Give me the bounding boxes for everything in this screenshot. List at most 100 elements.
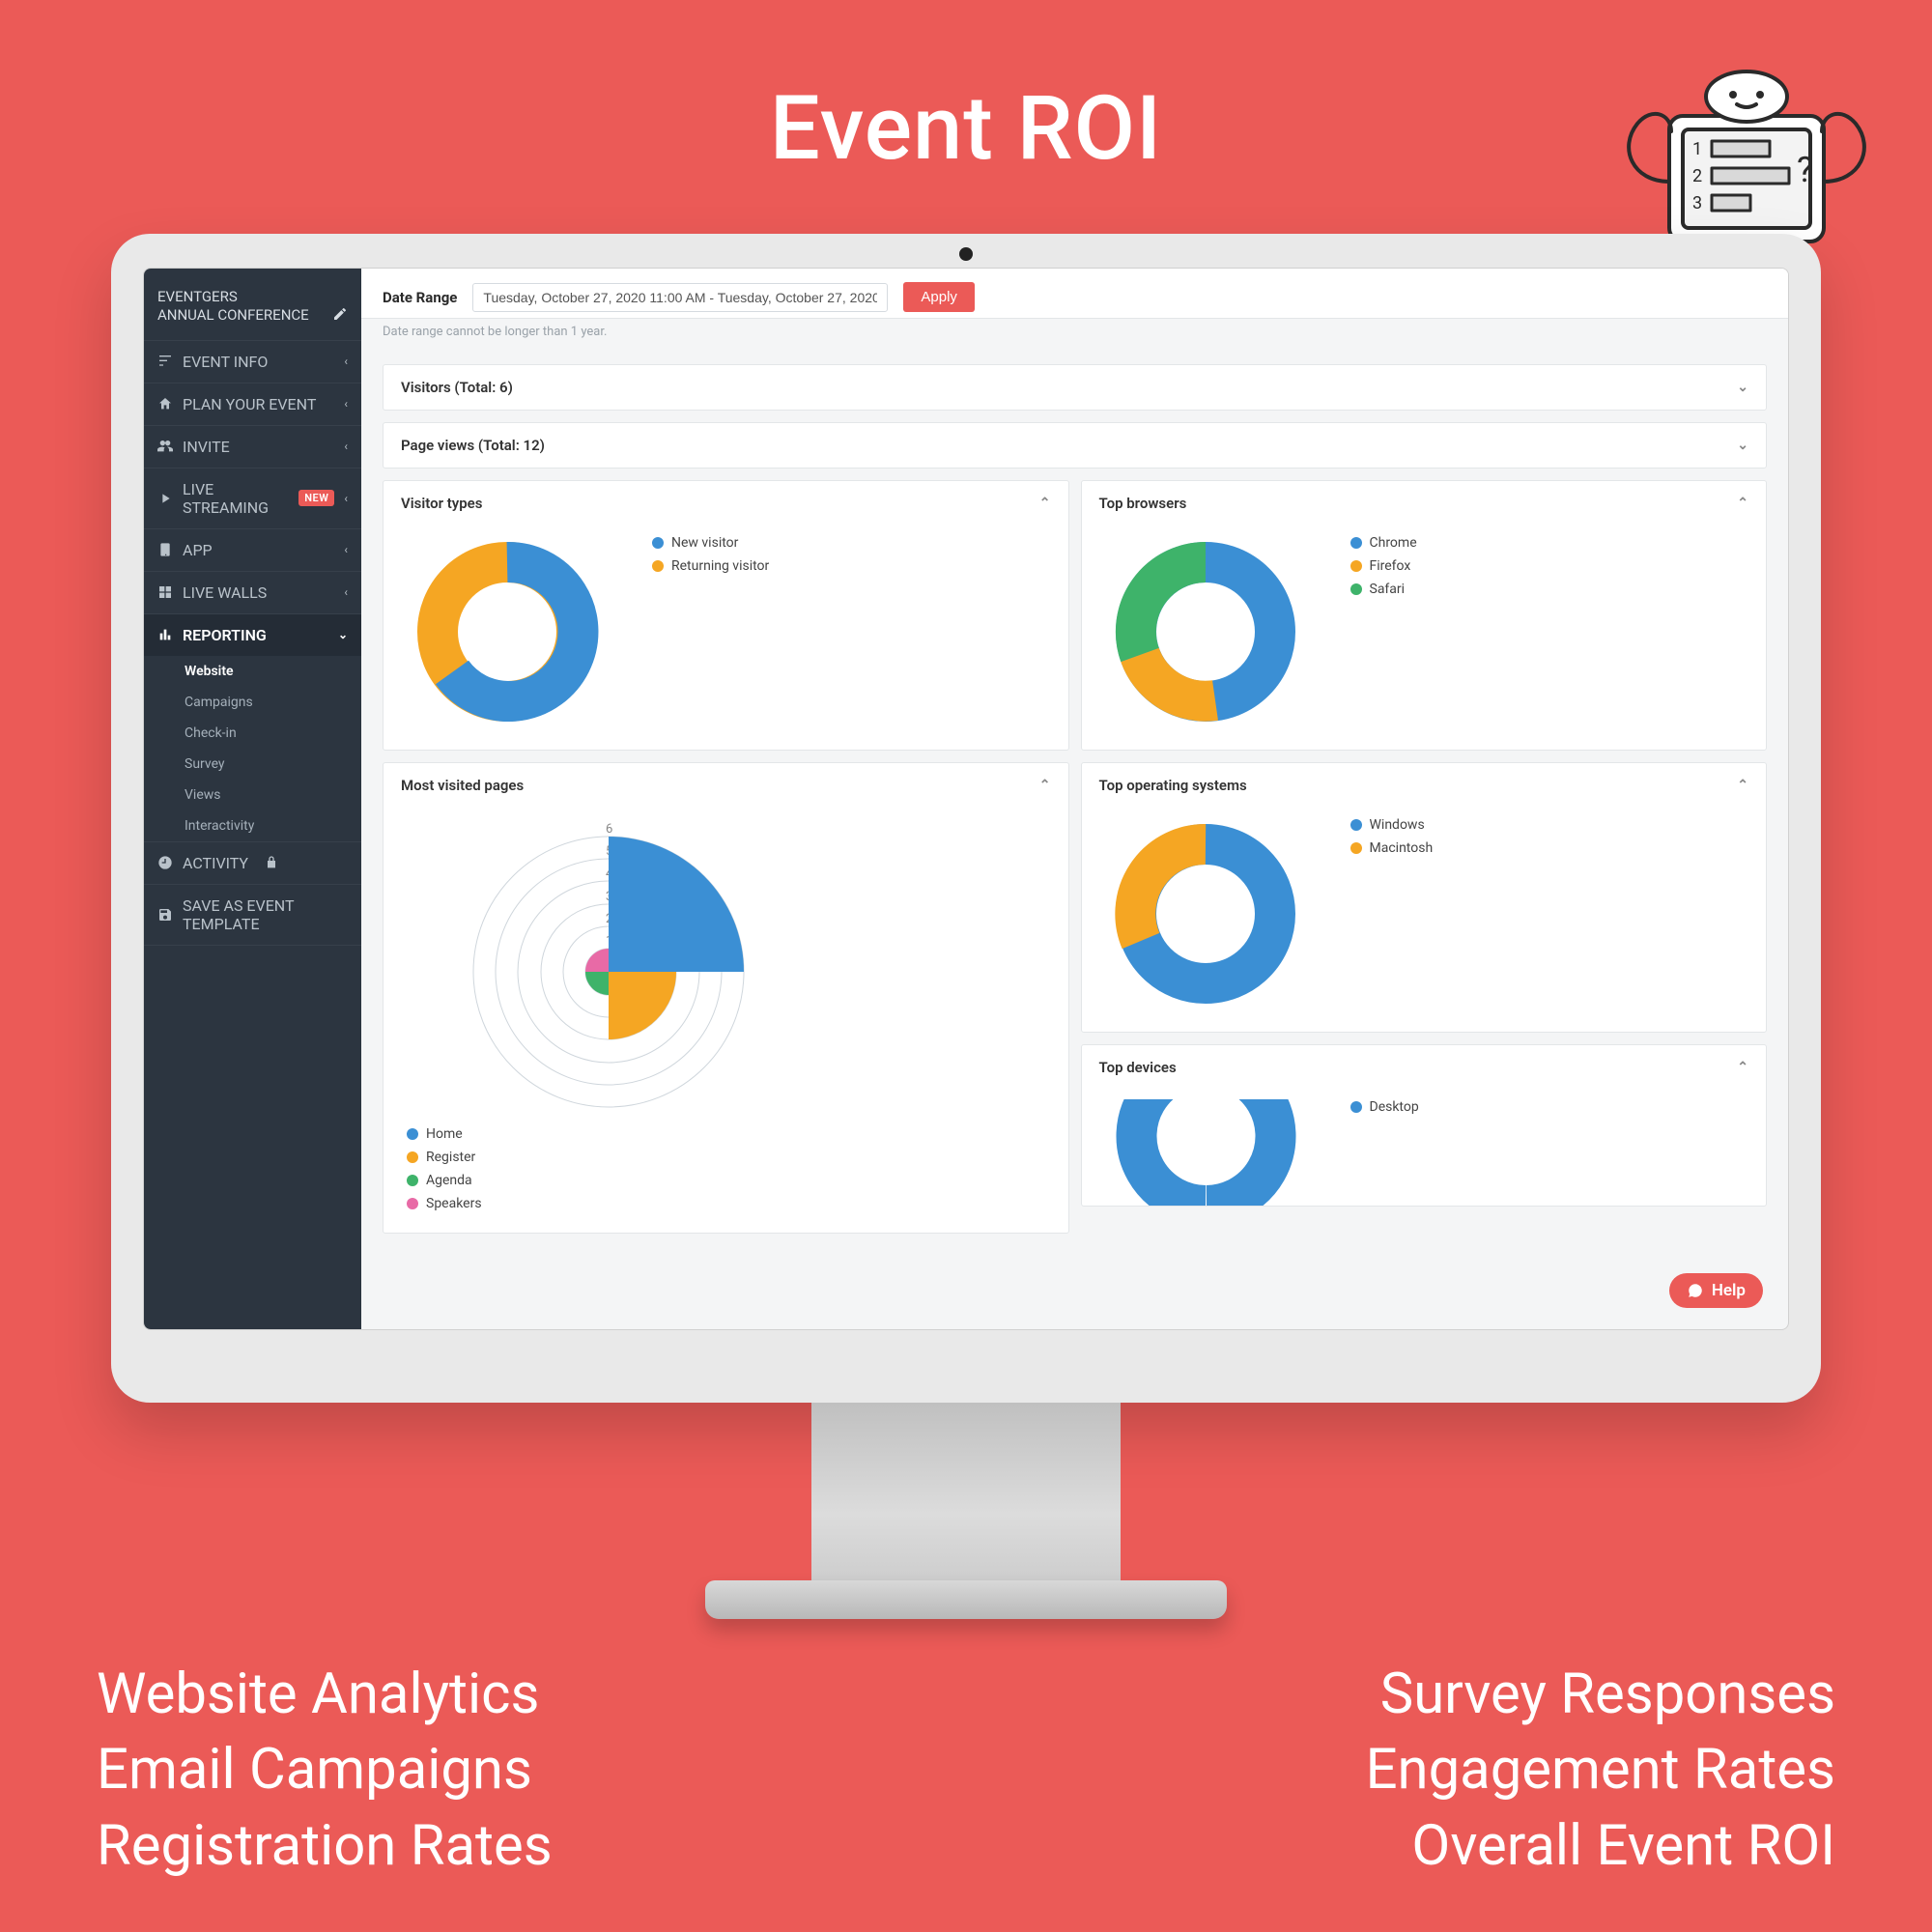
top-browsers-legend: Chrome Firefox Safari <box>1350 535 1417 728</box>
legend-label: Safari <box>1370 582 1406 597</box>
clock-icon <box>157 855 173 870</box>
panel-title: Top operating systems <box>1099 777 1247 794</box>
top-os-legend: Windows Macintosh <box>1350 817 1434 1010</box>
panel-most-visited-header[interactable]: Most visited pages ⌃ <box>384 763 1068 808</box>
panel-top-os: Top operating systems ⌃ Windows <box>1081 762 1768 1033</box>
svg-text:?: ? <box>1797 150 1813 190</box>
edit-icon[interactable] <box>332 306 348 327</box>
chat-icon <box>1687 1282 1704 1299</box>
top-browsers-chart <box>1099 535 1312 728</box>
sidebar-item-label: LIVE STREAMING <box>183 480 289 517</box>
main-content: Date Range Apply Date range cannot be lo… <box>361 269 1788 1329</box>
grid-icon <box>157 584 173 600</box>
most-visited-chart: 6 5 4 3 2 1 <box>401 817 816 1117</box>
chevron-up-icon: ⌃ <box>1737 1060 1748 1075</box>
users-icon <box>157 439 173 454</box>
legend-label: New visitor <box>671 535 738 551</box>
legend-label: Firefox <box>1370 558 1411 574</box>
svg-text:2: 2 <box>1692 166 1702 186</box>
sidebar-sub-website[interactable]: Website <box>144 656 361 687</box>
sliders-icon <box>157 354 173 369</box>
date-range-label: Date Range <box>383 289 457 306</box>
sidebar-item-label: PLAN YOUR EVENT <box>183 395 316 413</box>
sidebar-item-live-walls[interactable]: LIVE WALLS ‹ <box>144 571 361 613</box>
chevron-up-icon: ⌃ <box>1737 496 1748 511</box>
legend-label: Desktop <box>1370 1099 1419 1115</box>
visitor-types-legend: New visitor Returning visitor <box>652 535 769 728</box>
visitor-types-chart <box>401 535 613 728</box>
feature-item: Website Analytics <box>97 1657 553 1732</box>
feature-list: Website Analytics Email Campaigns Regist… <box>0 1657 1932 1884</box>
sidebar-item-label: EVENT INFO <box>183 353 268 371</box>
sidebar-item-event-info[interactable]: EVENT INFO ‹ <box>144 340 361 383</box>
sidebar-item-invite[interactable]: INVITE ‹ <box>144 425 361 468</box>
app-screen: EVENTGERS ANNUAL CONFERENCE EVENT INFO ‹… <box>143 268 1789 1330</box>
top-devices-chart <box>1099 1099 1312 1206</box>
sidebar-sub-checkin[interactable]: Check-in <box>144 718 361 749</box>
feature-item: Email Campaigns <box>97 1732 553 1807</box>
chevron-up-icon: ⌃ <box>1039 778 1051 793</box>
chevron-down-icon: ⌄ <box>338 628 348 641</box>
save-icon <box>157 907 173 923</box>
sidebar-item-label: ACTIVITY <box>183 854 248 872</box>
panel-visitors-header[interactable]: Visitors (Total: 6) ⌄ <box>384 365 1766 410</box>
sidebar-item-label: LIVE WALLS <box>183 583 267 602</box>
chevron-left-icon: ‹ <box>344 355 348 368</box>
panel-visitor-types: Visitor types ⌃ New visitor Returning vi… <box>383 480 1069 751</box>
sidebar-sub-campaigns[interactable]: Campaigns <box>144 687 361 718</box>
svg-text:3: 3 <box>1692 193 1702 213</box>
date-range-note: Date range cannot be longer than 1 year. <box>361 319 1788 353</box>
sidebar-item-app[interactable]: APP ‹ <box>144 528 361 571</box>
sidebar-item-label: APP <box>183 541 213 559</box>
sidebar-item-reporting[interactable]: REPORTING ⌄ <box>144 613 361 656</box>
top-os-chart <box>1099 817 1312 1010</box>
sidebar-sub-survey[interactable]: Survey <box>144 749 361 780</box>
panel-top-browsers: Top browsers ⌃ Chrome Firefox <box>1081 480 1768 751</box>
chevron-up-icon: ⌃ <box>1039 496 1051 511</box>
legend-label: Macintosh <box>1370 840 1434 856</box>
chevron-up-icon: ⌃ <box>1737 778 1748 793</box>
sidebar-sub-interactivity[interactable]: Interactivity <box>144 810 361 841</box>
sidebar: EVENTGERS ANNUAL CONFERENCE EVENT INFO ‹… <box>144 269 361 1329</box>
axis-label: 6 <box>606 822 612 837</box>
sidebar-event-title[interactable]: EVENTGERS ANNUAL CONFERENCE <box>144 269 361 340</box>
chevron-left-icon: ‹ <box>344 440 348 453</box>
panel-top-os-header[interactable]: Top operating systems ⌃ <box>1082 763 1767 808</box>
sidebar-item-label: SAVE AS EVENT TEMPLATE <box>183 896 348 933</box>
panel-visitors: Visitors (Total: 6) ⌄ <box>383 364 1767 411</box>
org-name: EVENTGERS <box>157 288 238 305</box>
sidebar-sub-views[interactable]: Views <box>144 780 361 810</box>
lock-icon <box>264 855 279 870</box>
chevron-left-icon: ‹ <box>344 397 348 411</box>
sidebar-item-activity[interactable]: ACTIVITY <box>144 841 361 884</box>
legend-label: Windows <box>1370 817 1425 833</box>
legend-label: Chrome <box>1370 535 1417 551</box>
home-icon <box>157 396 173 412</box>
panel-visitor-types-header[interactable]: Visitor types ⌃ <box>384 481 1068 526</box>
play-icon <box>157 491 173 506</box>
apply-button[interactable]: Apply <box>903 282 975 312</box>
chart-icon <box>157 627 173 642</box>
panel-pageviews: Page views (Total: 12) ⌄ <box>383 422 1767 469</box>
date-range-input[interactable] <box>472 283 888 312</box>
panel-top-devices-header[interactable]: Top devices ⌃ <box>1082 1045 1767 1090</box>
panel-title: Top devices <box>1099 1059 1177 1076</box>
legend-label: Returning visitor <box>671 558 769 574</box>
monitor-frame: EVENTGERS ANNUAL CONFERENCE EVENT INFO ‹… <box>111 234 1821 1403</box>
panel-title: Visitors (Total: 6) <box>401 379 513 396</box>
panel-top-devices: Top devices ⌃ Desktop <box>1081 1044 1768 1207</box>
most-visited-legend: Home Register Agenda Speakers <box>401 1126 1051 1211</box>
panel-top-browsers-header[interactable]: Top browsers ⌃ <box>1082 481 1767 526</box>
panel-pageviews-header[interactable]: Page views (Total: 12) ⌄ <box>384 423 1766 468</box>
sidebar-item-save-template[interactable]: SAVE AS EVENT TEMPLATE <box>144 884 361 946</box>
chevron-down-icon: ⌄ <box>1737 380 1748 395</box>
feature-item: Engagement Rates <box>1366 1732 1835 1807</box>
chevron-down-icon: ⌄ <box>1737 438 1748 453</box>
sidebar-item-plan-event[interactable]: PLAN YOUR EVENT ‹ <box>144 383 361 425</box>
help-button[interactable]: Help <box>1669 1273 1763 1308</box>
feature-item: Registration Rates <box>97 1808 553 1884</box>
new-badge: NEW <box>298 490 334 506</box>
feature-item: Survey Responses <box>1366 1657 1835 1732</box>
sidebar-item-label: INVITE <box>183 438 230 456</box>
sidebar-item-live-streaming[interactable]: LIVE STREAMING NEW ‹ <box>144 468 361 528</box>
